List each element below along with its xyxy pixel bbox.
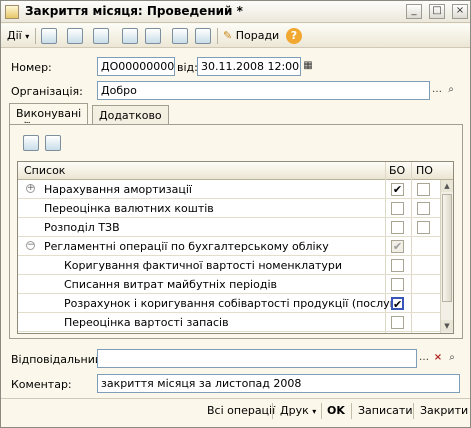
toolbar-divider — [217, 28, 218, 44]
row-name: Переоцінка вартості запасів — [64, 316, 229, 329]
clear-icon[interactable]: × — [431, 350, 445, 367]
print-button[interactable]: Друк ▾ — [280, 404, 316, 417]
document-icon — [5, 5, 19, 19]
po-checkbox[interactable] — [417, 221, 430, 234]
chevron-down-icon: ▾ — [25, 32, 30, 41]
scroll-thumb[interactable] — [442, 194, 452, 302]
row-name: Регламентні операції по бухгалтерському … — [44, 240, 329, 253]
po-checkbox[interactable] — [417, 202, 430, 215]
scroll-down-icon[interactable]: ▼ — [441, 320, 453, 332]
comment-field[interactable]: закриття місяця за листопад 2008 — [97, 374, 460, 393]
minimize-button[interactable]: _ — [406, 4, 422, 19]
date-label: від: — [177, 61, 198, 74]
date-field[interactable]: 30.11.2008 12:00:00 — [197, 57, 301, 76]
table-row[interactable]: Списання витрат майбутніх періодів — [18, 275, 440, 294]
bo-checkbox[interactable]: ✔ — [391, 297, 404, 310]
tips-button-label: Поради — [235, 29, 280, 42]
tab-performed-actions[interactable]: Виконувані дії — [9, 103, 89, 133]
unpost-document-icon[interactable] — [145, 28, 161, 44]
add-icon[interactable] — [93, 28, 109, 44]
responsible-field[interactable] — [97, 349, 417, 368]
copy-icon[interactable] — [67, 28, 83, 44]
responsible-label: Відповідальний: — [11, 353, 106, 366]
post-document-icon[interactable] — [122, 28, 138, 44]
check-all-icon[interactable] — [23, 135, 39, 151]
organization-field[interactable]: Добро — [97, 81, 430, 100]
po-checkbox[interactable] — [417, 183, 430, 196]
select-ellipsis-icon[interactable]: … — [417, 350, 431, 367]
bo-checkbox[interactable] — [391, 278, 404, 291]
comment-label: Коментар: — [11, 378, 72, 391]
debit-credit-icon[interactable] — [172, 28, 188, 44]
scroll-up-icon[interactable]: ▲ — [441, 180, 453, 192]
bo-checkbox[interactable] — [391, 202, 404, 215]
print-button-label: Друк — [280, 404, 309, 417]
row-name: Розрахунок і коригування собівартості пр… — [64, 297, 400, 310]
footer-divider — [413, 403, 414, 419]
footer-divider — [321, 403, 322, 419]
row-name: Переоцінка валютних коштів — [44, 202, 214, 215]
tab-additional[interactable]: Додатково — [92, 105, 169, 125]
close-window-button[interactable]: × — [452, 4, 468, 19]
row-name: Розподіл ТЗВ — [44, 221, 120, 234]
row-name: Списання витрат майбутніх періодів — [64, 278, 277, 291]
uncheck-all-icon[interactable] — [45, 135, 61, 151]
close-button[interactable]: Закрити — [420, 404, 468, 417]
collapse-icon[interactable]: − — [26, 241, 35, 250]
column-header-list[interactable]: Список — [24, 162, 65, 180]
footer-divider — [351, 403, 352, 419]
maximize-button[interactable]: □ — [429, 4, 445, 19]
column-header-bo[interactable]: БО — [389, 162, 405, 180]
list-icon[interactable] — [41, 28, 57, 44]
table-row[interactable]: Переоцінка валютних коштів — [18, 199, 440, 218]
lightbulb-icon: ✎ — [223, 29, 233, 42]
window-title: Закриття місяця: Проведений * — [25, 4, 243, 18]
expand-icon[interactable]: + — [26, 184, 35, 193]
organization-label: Організація: — [11, 85, 83, 98]
report-icon[interactable] — [195, 28, 211, 44]
bo-checkbox[interactable]: ✔ — [391, 183, 404, 196]
select-ellipsis-icon[interactable]: … — [430, 82, 444, 99]
table-header: Список БО ПО — [18, 162, 453, 180]
all-operations-button[interactable]: Всі операції — [207, 404, 275, 417]
bo-checkbox[interactable] — [391, 316, 404, 329]
vertical-scrollbar[interactable]: ▲ ▼ — [440, 180, 453, 333]
number-field[interactable]: ДО000000006 — [97, 57, 175, 76]
title-bar: Закриття місяця: Проведений * _ □ × — [1, 1, 470, 23]
actions-menu[interactable]: Дії ▾ — [7, 27, 29, 45]
bo-checkbox[interactable] — [391, 259, 404, 272]
number-label: Номер: — [11, 61, 52, 74]
table-row[interactable]: Розрахунок і коригування собівартості пр… — [18, 294, 440, 313]
toolbar-divider — [35, 28, 36, 44]
table-row[interactable]: Розподіл ТЗВ — [18, 218, 440, 237]
table-row[interactable]: + Нарахування амортизації ✔ — [18, 180, 440, 199]
operations-table: Список БО ПО + Нарахування амортизації ✔ Пе… — [17, 161, 454, 334]
row-name: Коригування фактичної вартості номенклат… — [64, 259, 342, 272]
table-row[interactable]: Коригування фактичної вартості номенклат… — [18, 256, 440, 275]
document-window: Закриття місяця: Проведений * _ □ × Дії … — [0, 0, 471, 428]
help-icon[interactable]: ? — [286, 28, 302, 44]
column-header-po[interactable]: ПО — [416, 162, 433, 180]
bo-checkbox[interactable] — [391, 221, 404, 234]
bo-checkbox[interactable]: ✔ — [391, 240, 404, 253]
search-icon[interactable]: ⌕ — [444, 82, 458, 99]
table-row[interactable]: Переоцінка вартості запасів — [18, 313, 440, 332]
actions-menu-label: Дії — [7, 29, 22, 42]
toolbar: Дії ▾ ✎ Поради ? — [1, 24, 470, 48]
ok-button[interactable]: OK — [327, 404, 345, 417]
search-icon[interactable]: ⌕ — [445, 350, 459, 367]
table-row[interactable]: − Регламентні операції по бухгалтерському… — [18, 237, 440, 256]
save-button[interactable]: Записати — [358, 404, 412, 417]
tips-button[interactable]: ✎ Поради — [223, 27, 279, 45]
row-name: Нарахування амортизації — [44, 183, 192, 196]
footer-divider — [272, 403, 273, 419]
footer-divider — [1, 398, 470, 399]
chevron-down-icon: ▾ — [312, 407, 317, 416]
calendar-icon[interactable]: ▦ — [301, 58, 315, 75]
